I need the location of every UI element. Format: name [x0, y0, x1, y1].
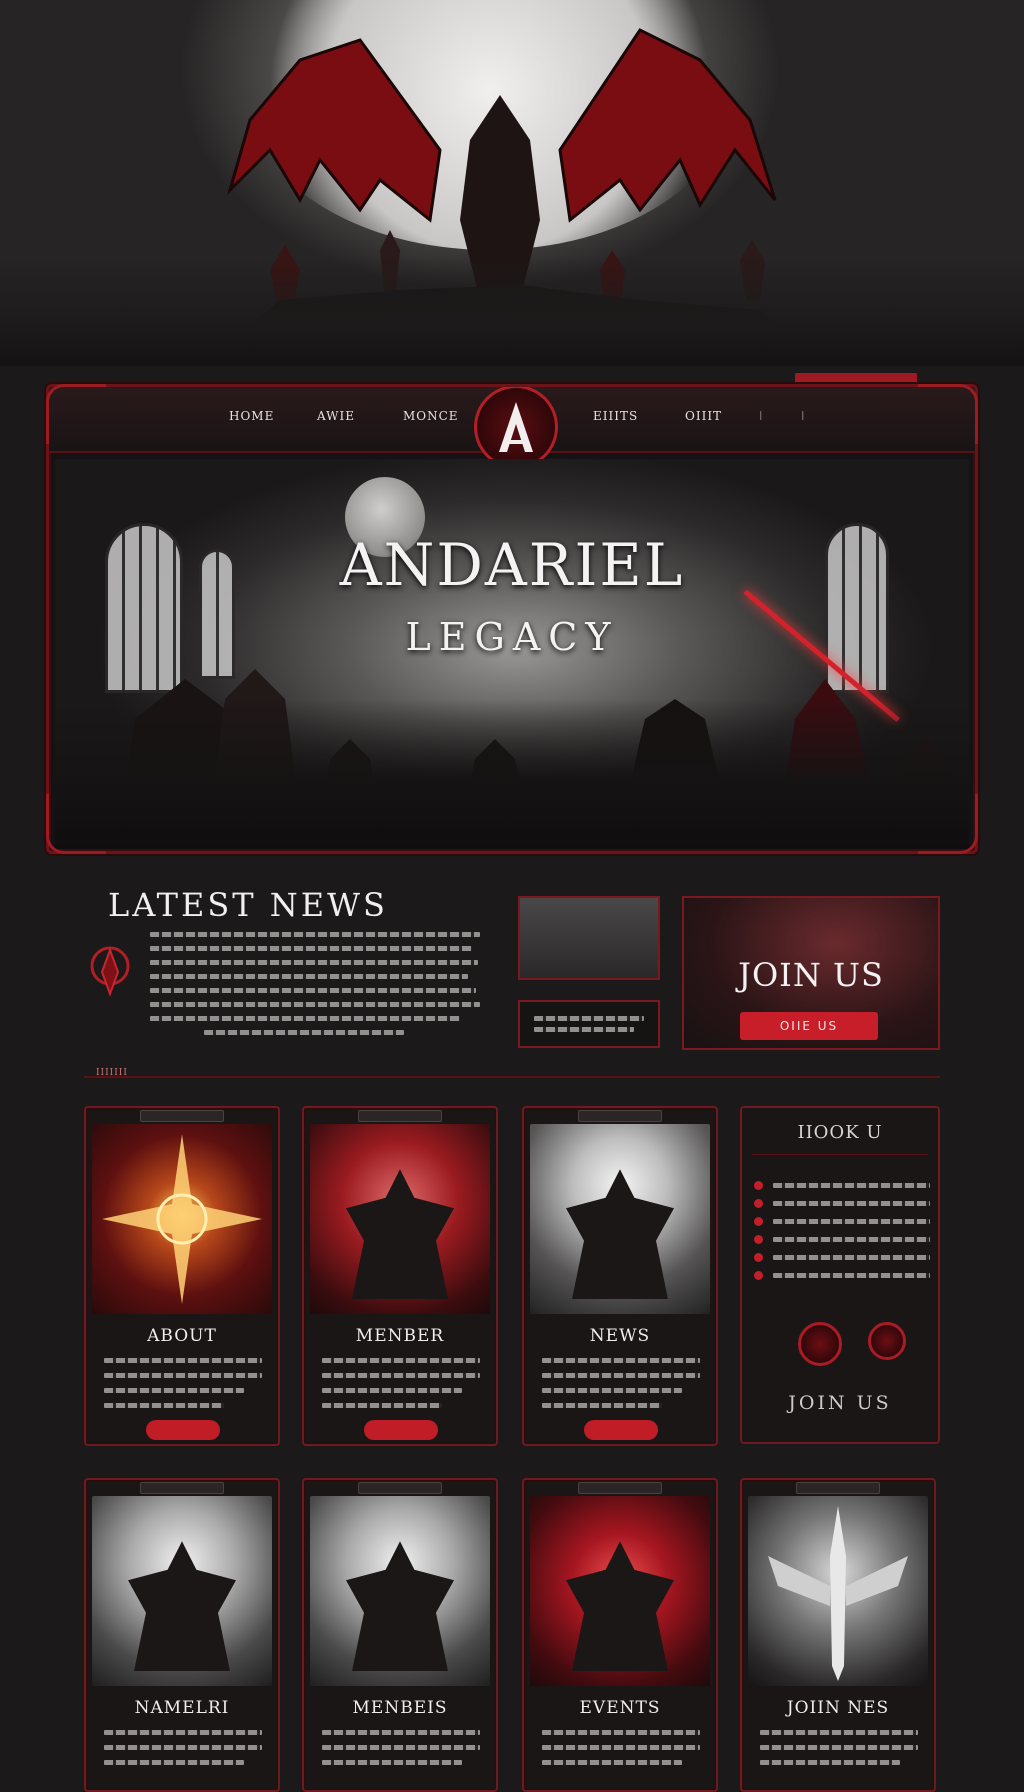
- seal-button-left[interactable]: [798, 1322, 842, 1366]
- nav-dot-2[interactable]: ǀ: [801, 409, 806, 423]
- card-button[interactable]: [584, 1420, 658, 1440]
- logo-emblem[interactable]: [474, 387, 558, 469]
- join-us-banner: JOIN US OIIE US: [682, 896, 940, 1050]
- card-text: [760, 1730, 918, 1775]
- frame-corner-bottom-right: [918, 794, 978, 854]
- side-list-item[interactable]: [754, 1230, 930, 1248]
- nav-item-4[interactable]: EIIITS: [593, 409, 638, 423]
- card-menbeis[interactable]: MENBEIS: [302, 1478, 498, 1792]
- card-tab: [358, 1482, 442, 1494]
- section-divider: [84, 1076, 940, 1078]
- card-tab: [578, 1110, 662, 1122]
- card-join-nes[interactable]: JOIIN NES: [740, 1478, 936, 1792]
- card-title: NEWS: [589, 1326, 651, 1346]
- logo-a-icon: [499, 402, 533, 452]
- card-text: [322, 1358, 480, 1418]
- card-title: JOIIN NES: [786, 1698, 890, 1718]
- top-banner: [0, 0, 1024, 366]
- seal-button-right[interactable]: [868, 1322, 906, 1360]
- bullet-icon: [754, 1270, 763, 1280]
- hero-title: ANDARIEL: [339, 531, 685, 599]
- armored-figure: [128, 1541, 236, 1672]
- side-list-item[interactable]: [754, 1176, 930, 1194]
- card-title: MENBER: [355, 1326, 445, 1346]
- news-body-text: [150, 932, 480, 1044]
- nav-bar: HOME AWIE MONCE EIIITS OIIIT ǀ ǀ: [49, 387, 975, 469]
- side-panel-title: IIOOK U: [797, 1122, 883, 1143]
- nav-item-3[interactable]: MONCE: [403, 409, 459, 423]
- nav-item-home[interactable]: HOME: [229, 409, 274, 423]
- card-art: [530, 1124, 710, 1314]
- card-news[interactable]: NEWS: [522, 1106, 718, 1446]
- card-art: [92, 1124, 272, 1314]
- card-button[interactable]: [146, 1420, 220, 1440]
- card-title: NAMELRI: [134, 1698, 230, 1718]
- side-list: [754, 1176, 930, 1284]
- frame-corner-top-left: [46, 384, 106, 444]
- hero-frame: HOME AWIE MONCE EIIITS OIIIT ǀ ǀ ANDARIE…: [46, 384, 978, 854]
- nav-dot-1[interactable]: ǀ: [759, 409, 764, 423]
- card-text: [104, 1730, 262, 1775]
- bullet-icon: [754, 1252, 763, 1262]
- card-button[interactable]: [364, 1420, 438, 1440]
- seal-group: [762, 1322, 922, 1370]
- armored-figure: [346, 1541, 454, 1672]
- card-art: [310, 1124, 490, 1314]
- frame-corner-bottom-left: [46, 794, 106, 854]
- armored-figure: [566, 1169, 674, 1300]
- hero-scene: ANDARIEL LEGACY: [55, 459, 969, 849]
- crowd-shadow: [55, 699, 969, 849]
- card-tab: [140, 1110, 224, 1122]
- bullet-icon: [754, 1234, 763, 1244]
- side-list-item[interactable]: [754, 1248, 930, 1266]
- card-tab: [358, 1110, 442, 1122]
- armored-figure: [346, 1169, 454, 1300]
- nav-item-5[interactable]: OIIIT: [685, 409, 722, 423]
- card-art: [748, 1496, 928, 1686]
- nav-item-2[interactable]: AWIE: [317, 409, 355, 423]
- side-panel-rule: [752, 1154, 928, 1155]
- card-about[interactable]: ABOUT: [84, 1106, 280, 1446]
- card-art: [92, 1496, 272, 1686]
- card-title: MENBEIS: [352, 1698, 448, 1718]
- card-member[interactable]: MENBER: [302, 1106, 498, 1446]
- armored-figure: [566, 1541, 674, 1672]
- card-text: [542, 1358, 700, 1418]
- latest-news-title: LATEST NEWS: [108, 886, 388, 924]
- top-utility-pill[interactable]: [795, 373, 917, 384]
- bullet-icon: [754, 1216, 763, 1226]
- join-us-button[interactable]: OIIE US: [740, 1012, 878, 1040]
- news-emblem-icon: [90, 946, 130, 997]
- card-title: EVENTS: [579, 1698, 661, 1718]
- side-list-item[interactable]: [754, 1212, 930, 1230]
- card-text: [542, 1730, 700, 1775]
- winged-sword-icon: [768, 1506, 908, 1681]
- news-thumbnail-caption[interactable]: [518, 1000, 660, 1048]
- card-tab: [796, 1482, 880, 1494]
- card-namelri[interactable]: NAMELRI: [84, 1478, 280, 1792]
- divider-label: IIIIIII: [96, 1068, 128, 1078]
- card-text: [104, 1358, 262, 1418]
- side-panel: IIOOK U JOIN US: [740, 1106, 940, 1444]
- frame-corner-top-right: [918, 384, 978, 444]
- card-art: [530, 1496, 710, 1686]
- side-list-item[interactable]: [754, 1266, 930, 1284]
- card-tab: [140, 1482, 224, 1494]
- rocky-ground: [0, 256, 1024, 366]
- hero-subtitle: LEGACY: [405, 615, 619, 659]
- starburst-emblem-icon: [102, 1134, 262, 1304]
- card-text: [322, 1730, 480, 1775]
- news-thumbnail[interactable]: [518, 896, 660, 980]
- bullet-icon: [754, 1180, 763, 1190]
- join-us-title: JOIN US: [738, 956, 884, 994]
- card-events[interactable]: EVENTS: [522, 1478, 718, 1792]
- card-title: ABOUT: [147, 1326, 217, 1346]
- side-list-item[interactable]: [754, 1194, 930, 1212]
- side-join-label[interactable]: JOIN US: [742, 1392, 938, 1414]
- card-tab: [578, 1482, 662, 1494]
- card-art: [310, 1496, 490, 1686]
- bullet-icon: [754, 1198, 763, 1208]
